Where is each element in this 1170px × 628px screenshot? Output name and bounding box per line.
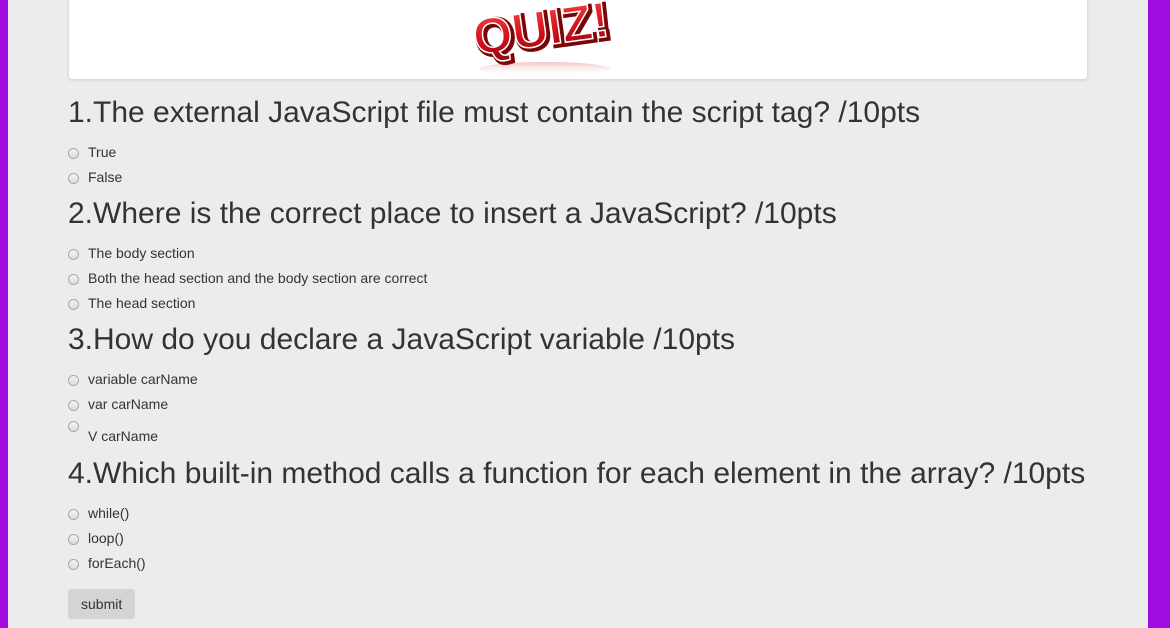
radio-button[interactable] [68,173,79,184]
question-3-options: variable carName var carName V carName [68,366,1128,449]
svg-text:QUIZ!: QUIZ! [470,0,613,66]
radio-button[interactable] [68,249,79,260]
question-4-option[interactable]: while() [68,500,1128,525]
option-label: variable carName [88,370,198,387]
option-label: V carName [88,427,159,444]
quiz-logo: QUIZ! QUIZ! [469,0,617,76]
question-3-title: 3.How do you declare a JavaScript variab… [68,323,736,356]
option-label: False [88,168,123,185]
option-label: var carName [88,395,169,412]
question-1-option[interactable]: False [68,164,1128,189]
radio-button[interactable] [68,559,79,570]
option-label: forEach() [88,554,146,571]
option-label: True [88,143,117,160]
question-2-options: The body section Both the head section a… [68,240,1128,315]
radio-button[interactable] [68,274,79,285]
question-4-title: 4.Which built-in method calls a function… [68,457,1086,490]
submit-button[interactable]: submit [68,589,136,619]
page-body: QUIZ! QUIZ! 1.The external JavaScript fi… [8,0,1148,628]
radio-button[interactable] [68,421,79,432]
question-4-option[interactable]: loop() [68,525,1128,550]
option-label: The body section [88,244,195,261]
question-2-option[interactable]: Both the head section and the body secti… [68,265,1128,290]
radio-button[interactable] [68,534,79,545]
question-1-options: True False [68,139,1128,189]
option-label: while() [88,504,130,521]
question-3-option[interactable]: var carName [68,391,1128,416]
question-3-option[interactable]: variable carName [68,366,1128,391]
question-3-option[interactable]: V carName [68,416,1128,449]
question-4-option[interactable]: forEach() [68,550,1128,575]
question-1-option[interactable]: True [68,139,1128,164]
question-2-option[interactable]: The body section [68,240,1128,265]
question-4-options: while() loop() forEach() [68,500,1128,575]
question-block-3: 3.How do you declare a JavaScript variab… [68,321,1128,449]
radio-button[interactable] [68,400,79,411]
question-block-1: 1.The external JavaScript file must cont… [68,94,1128,189]
question-block-4: 4.Which built-in method calls a function… [68,455,1128,575]
option-label: loop() [88,529,124,546]
question-block-2: 2.Where is the correct place to insert a… [68,195,1128,315]
radio-button[interactable] [68,509,79,520]
quiz-form: 1.The external JavaScript file must cont… [68,94,1128,619]
radio-button[interactable] [68,148,79,159]
option-label: The head section [88,294,196,311]
question-2-title: 2.Where is the correct place to insert a… [68,197,837,230]
radio-button[interactable] [68,375,79,386]
radio-button[interactable] [68,299,79,310]
quiz-banner: QUIZ! QUIZ! [68,0,1088,80]
question-1-title: 1.The external JavaScript file must cont… [68,96,921,129]
option-label: Both the head section and the body secti… [88,269,428,286]
question-2-option[interactable]: The head section [68,290,1128,315]
